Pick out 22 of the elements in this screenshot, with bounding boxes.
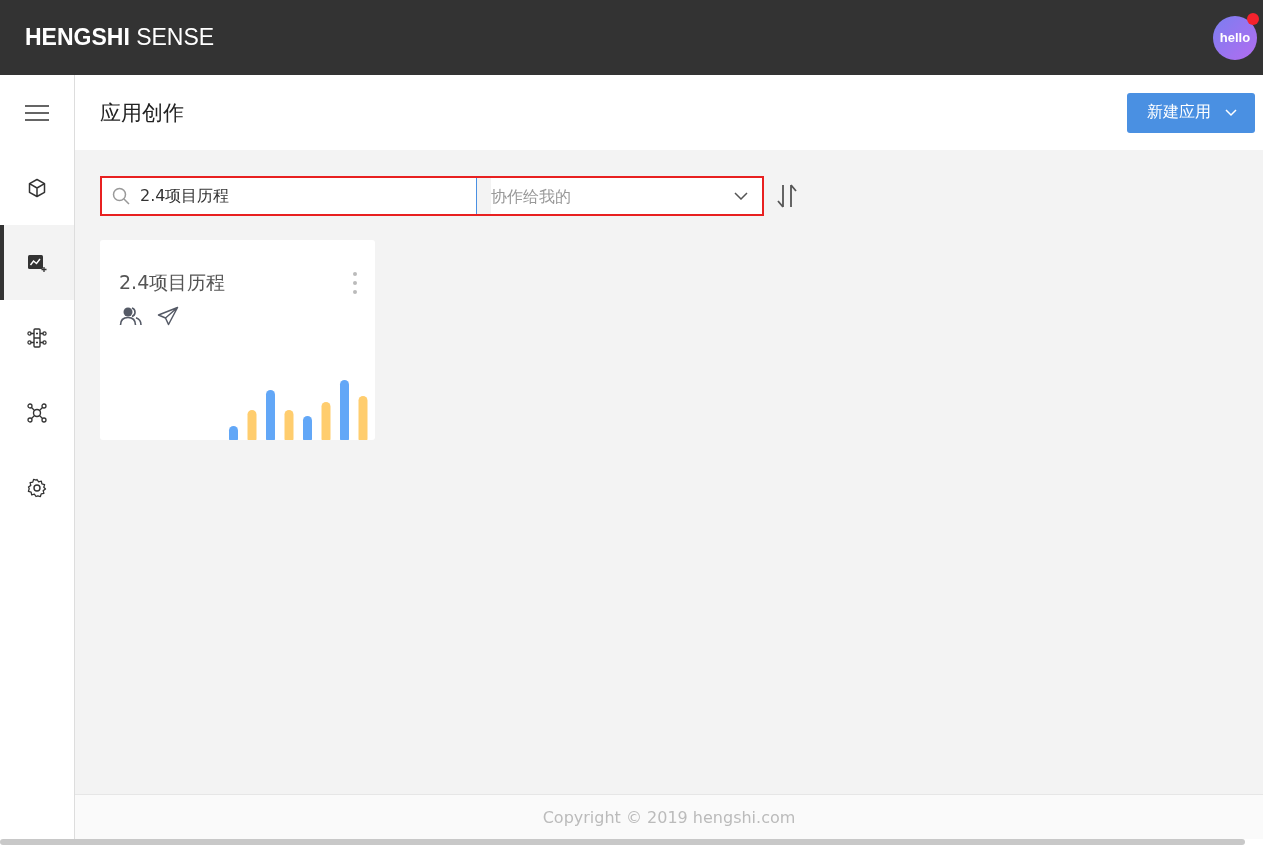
sort-arrows-icon: [776, 183, 798, 209]
paper-plane-icon: [157, 306, 179, 326]
logo: HENGSHI SENSE: [25, 24, 215, 51]
chart-add-icon: [27, 252, 47, 273]
chevron-down-icon: [1225, 108, 1237, 117]
sidebar-item[interactable]: [0, 225, 74, 300]
users-icon: [119, 306, 143, 326]
search-icon: [112, 187, 130, 205]
horizontal-scrollbar[interactable]: [0, 839, 1245, 845]
app-title: 2.4项目历程: [119, 270, 226, 295]
cube-icon: [27, 177, 47, 198]
data-model-icon: [27, 327, 47, 348]
vertical-dots-icon: [353, 272, 357, 294]
settings-icon: [27, 477, 47, 498]
sort-button[interactable]: [776, 183, 798, 209]
menu-icon: [25, 104, 49, 121]
page-title: 应用创作: [100, 99, 184, 127]
network-icon: [27, 402, 47, 423]
more-options-button[interactable]: [353, 270, 357, 296]
chevron-down-icon: [734, 192, 748, 200]
copyright-text: Copyright © 2019 hengshi.com: [542, 807, 796, 827]
app-card[interactable]: 2.4项目历程: [100, 240, 375, 440]
